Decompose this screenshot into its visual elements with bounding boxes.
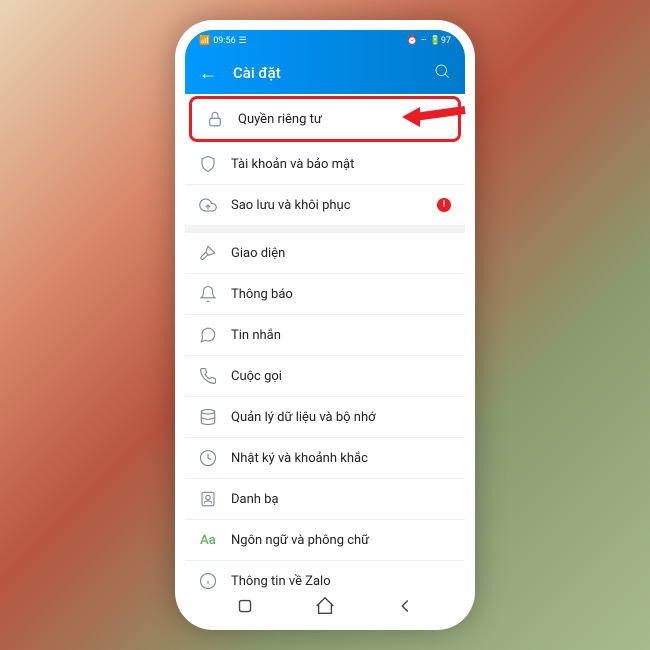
search-icon[interactable] bbox=[433, 62, 451, 84]
alarm-icon: ⏰ bbox=[407, 36, 418, 46]
item-label: Danh bạ bbox=[231, 492, 451, 507]
bluetooth-icon: ⵈ bbox=[421, 36, 427, 46]
cloud-icon bbox=[199, 196, 217, 214]
status-extra: ☰ bbox=[239, 36, 247, 46]
battery-icon: 🔋97 bbox=[430, 36, 451, 46]
nav-back-button[interactable] bbox=[394, 595, 416, 621]
item-label: Ngôn ngữ và phông chữ bbox=[231, 533, 451, 548]
item-label: Thông báo bbox=[231, 287, 451, 302]
settings-list: Quyền riêng tư Tài khoản và bảo mật Sao … bbox=[185, 96, 465, 590]
annotation-arrow bbox=[400, 95, 470, 139]
settings-item-backup[interactable]: Sao lưu và khôi phục ! bbox=[185, 185, 465, 225]
item-label: Thông tin về Zalo bbox=[231, 574, 451, 589]
lock-icon bbox=[206, 110, 224, 128]
item-label: Quản lý dữ liệu và bộ nhớ bbox=[231, 410, 451, 425]
settings-item-notifications[interactable]: Thông báo bbox=[185, 274, 465, 315]
settings-item-calls[interactable]: Cuộc gọi bbox=[185, 356, 465, 397]
nav-home-button[interactable] bbox=[314, 595, 336, 621]
item-label: Nhật ký và khoảnh khắc bbox=[231, 451, 451, 466]
aa-icon: Aa bbox=[199, 531, 217, 549]
clock-icon bbox=[199, 449, 217, 467]
nav-recent-button[interactable] bbox=[234, 595, 256, 621]
navigation-buttons bbox=[175, 590, 475, 626]
message-icon bbox=[199, 326, 217, 344]
settings-item-security[interactable]: Tài khoản và bảo mật bbox=[185, 144, 465, 185]
settings-group-2: Giao diện Thông báo Tin nhắn bbox=[185, 233, 465, 590]
item-label: Cuộc gọi bbox=[231, 369, 451, 384]
alert-badge: ! bbox=[437, 198, 451, 212]
contacts-icon bbox=[199, 490, 217, 508]
back-icon[interactable]: ← bbox=[199, 63, 217, 84]
bell-icon bbox=[199, 285, 217, 303]
status-bar: 📶 09:56 ☰ ⏰ ⵈ 🔋97 bbox=[185, 30, 465, 52]
settings-item-messages[interactable]: Tin nhắn bbox=[185, 315, 465, 356]
data-icon bbox=[199, 408, 217, 426]
settings-item-theme[interactable]: Giao diện bbox=[185, 233, 465, 274]
settings-item-language[interactable]: Aa Ngôn ngữ và phông chữ bbox=[185, 520, 465, 561]
settings-item-data[interactable]: Quản lý dữ liệu và bộ nhớ bbox=[185, 397, 465, 438]
item-label: Tài khoản và bảo mật bbox=[231, 157, 451, 172]
info-icon bbox=[199, 572, 217, 590]
page-title: Cài đặt bbox=[233, 64, 417, 82]
item-label: Sao lưu và khôi phục bbox=[231, 198, 423, 213]
phone-icon bbox=[199, 367, 217, 385]
item-label: Tin nhắn bbox=[231, 328, 451, 343]
settings-item-about[interactable]: Thông tin về Zalo bbox=[185, 561, 465, 590]
app-header: ← Cài đặt bbox=[185, 52, 465, 94]
signal-icon: 📶 bbox=[199, 36, 210, 46]
brush-icon bbox=[199, 244, 217, 262]
settings-item-contacts[interactable]: Danh bạ bbox=[185, 479, 465, 520]
shield-icon bbox=[199, 155, 217, 173]
item-label: Giao diện bbox=[231, 246, 451, 261]
status-left: 📶 09:56 ☰ bbox=[199, 36, 247, 46]
status-time: 09:56 bbox=[213, 36, 235, 46]
settings-item-timeline[interactable]: Nhật ký và khoảnh khắc bbox=[185, 438, 465, 479]
status-right: ⏰ ⵈ 🔋97 bbox=[407, 36, 451, 46]
